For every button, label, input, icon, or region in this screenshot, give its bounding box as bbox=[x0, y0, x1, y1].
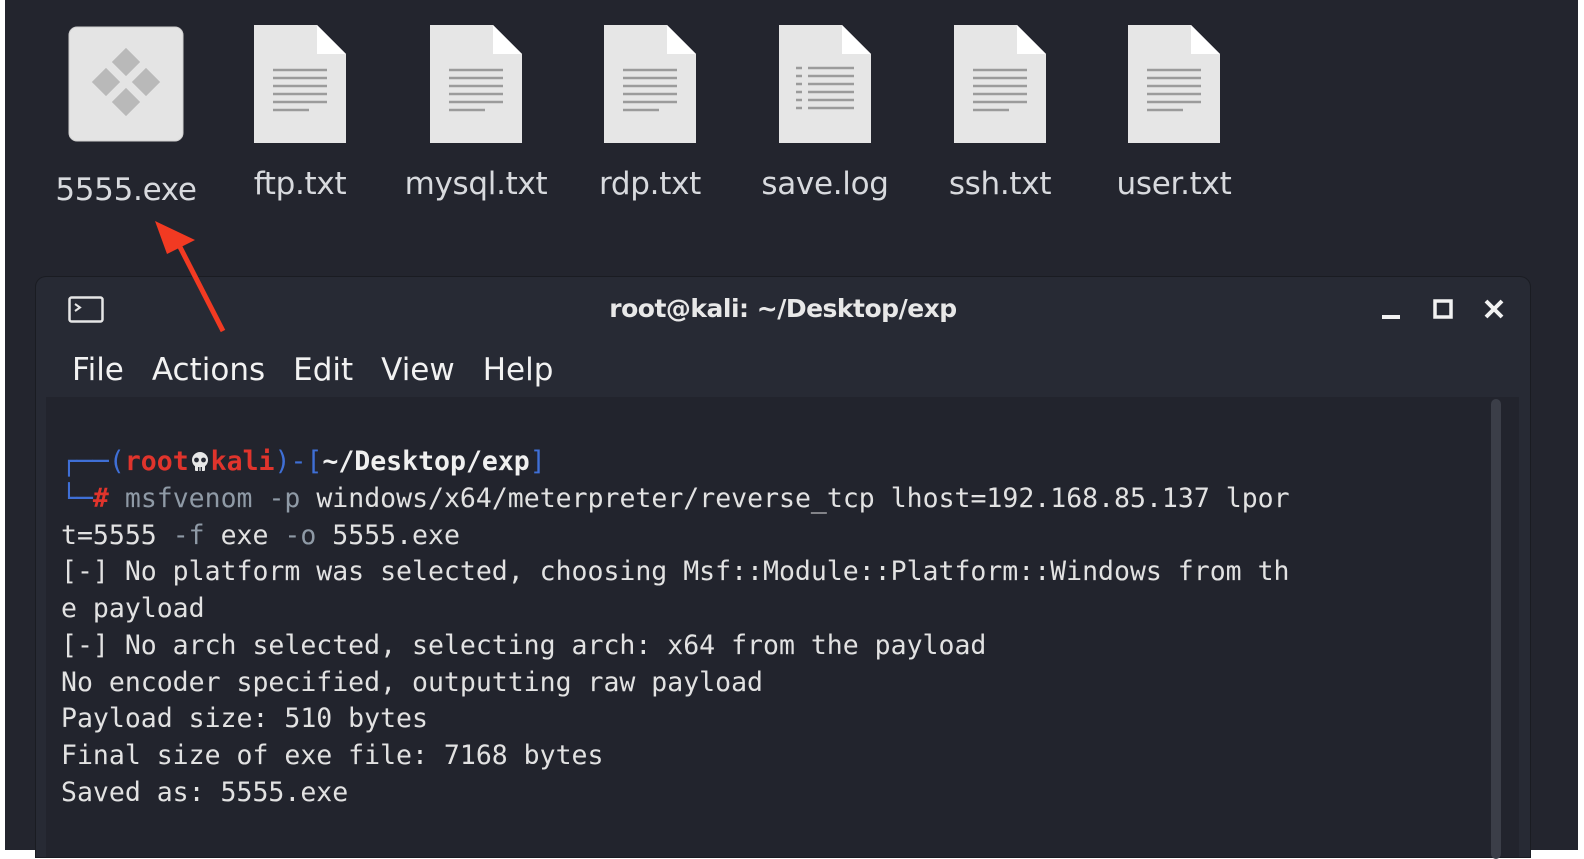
annotation-arrow bbox=[155, 221, 226, 333]
desktop: 5555.exe ftp.txt mysql.txt rdp.txt save.… bbox=[5, 0, 1578, 859]
